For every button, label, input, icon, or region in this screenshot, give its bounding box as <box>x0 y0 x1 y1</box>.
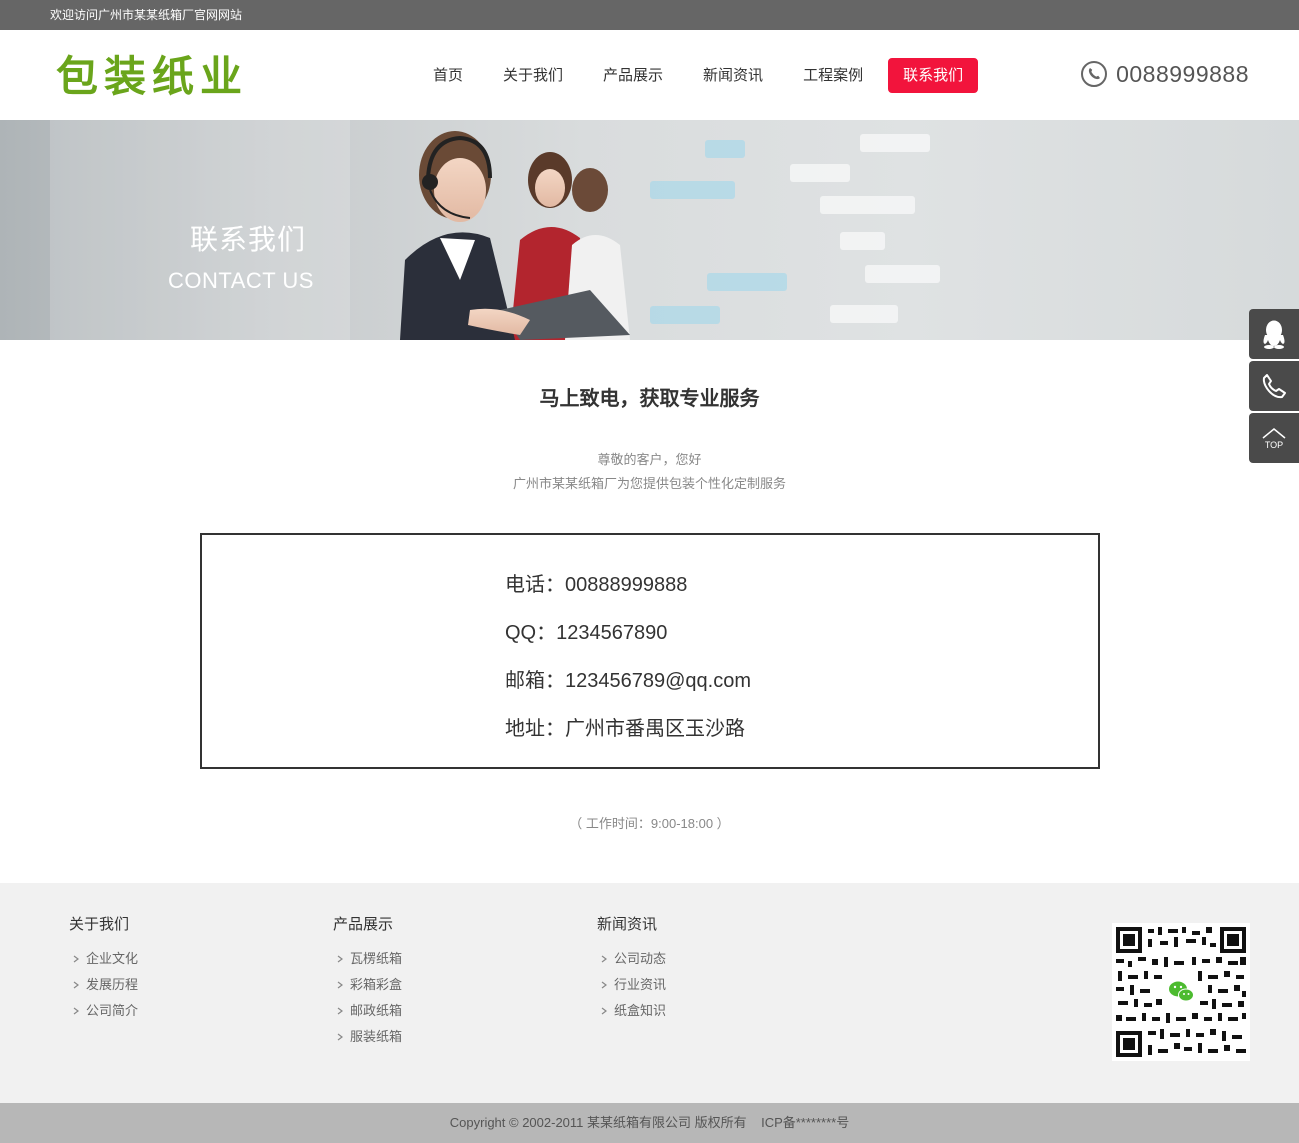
top-welcome-bar: 欢迎访问广州市某某纸箱厂官网网站 <box>0 0 1299 30</box>
site-header: 包装纸业 首页 关于我们 产品展示 新闻资讯 工程案例 联系我们 0088999… <box>0 30 1299 120</box>
footer-link[interactable]: 服装纸箱 <box>333 1024 402 1050</box>
footer-link[interactable]: 发展历程 <box>69 972 138 998</box>
header-phone-number: 0088999888 <box>1116 60 1249 87</box>
footer-column-title[interactable]: 产品展示 <box>333 913 402 934</box>
footer-link-label: 发展历程 <box>86 977 139 992</box>
footer-link[interactable]: 公司动态 <box>597 946 666 972</box>
contact-email: 邮箱：123456789@qq.com <box>505 670 751 692</box>
copyright-text: Copyright © 2002-2011 某某纸箱有限公司 版权所有 ICP备… <box>449 1115 850 1130</box>
nav-news[interactable]: 新闻资讯 <box>688 58 778 93</box>
footer-column-about: 关于我们 企业文化 发展历程 公司简介 <box>69 913 138 1024</box>
footer-column-news: 新闻资讯 公司动态 行业资讯 纸盒知识 <box>597 913 666 1024</box>
wechat-qr-code <box>1112 923 1250 1061</box>
footer-link[interactable]: 企业文化 <box>69 946 138 972</box>
footer-column-title[interactable]: 关于我们 <box>69 913 138 934</box>
footer-link-label: 行业资讯 <box>614 977 667 992</box>
site-footer: 关于我们 企业文化 发展历程 公司简介 产品展示 瓦楞纸箱 彩箱彩盒 邮政纸箱 … <box>0 883 1299 1103</box>
customer-service-photo <box>400 131 940 340</box>
footer-column-products: 产品展示 瓦楞纸箱 彩箱彩盒 邮政纸箱 服装纸箱 <box>333 913 402 1050</box>
footer-link[interactable]: 公司简介 <box>69 998 138 1024</box>
footer-link-label: 公司动态 <box>614 951 667 966</box>
top-label: TOP <box>1264 439 1284 450</box>
welcome-text: 欢迎访问广州市某某纸箱厂官网网站 <box>50 8 243 22</box>
phone-circle-icon <box>1081 61 1108 87</box>
copyright-bar: Copyright © 2002-2011 某某纸箱有限公司 版权所有 ICP备… <box>0 1103 1299 1143</box>
contact-phone: 电话：00888999888 <box>505 574 688 596</box>
footer-link[interactable]: 纸盒知识 <box>597 998 666 1024</box>
greeting-text: 尊敬的客户，您好 <box>597 452 702 467</box>
nav-about[interactable]: 关于我们 <box>488 58 578 93</box>
site-logo[interactable]: 包装纸业 <box>56 52 248 102</box>
phone-float-button[interactable] <box>1249 361 1299 411</box>
chevron-right-icon <box>601 981 607 989</box>
banner-subtitle: CONTACT US <box>168 268 314 293</box>
nav-contact[interactable]: 联系我们 <box>888 58 979 93</box>
footer-link-label: 企业文化 <box>86 951 139 966</box>
working-hours: （ 工作时间：9:00-18:00 ） <box>569 816 730 831</box>
chevron-right-icon <box>73 955 79 963</box>
footer-link[interactable]: 行业资讯 <box>597 972 666 998</box>
chevron-right-icon <box>337 981 343 989</box>
chevron-right-icon <box>73 1007 79 1015</box>
back-to-top-button[interactable]: TOP <box>1249 413 1299 463</box>
chevron-right-icon <box>601 955 607 963</box>
header-phone: 0088999888 <box>1080 60 1249 88</box>
chevron-right-icon <box>601 1007 607 1015</box>
hero-banner: 联系我们 CONTACT US <box>0 120 1299 340</box>
footer-link[interactable]: 彩箱彩盒 <box>333 972 402 998</box>
footer-link-label: 邮政纸箱 <box>350 1003 403 1018</box>
phone-icon <box>1262 374 1286 399</box>
nav-products[interactable]: 产品展示 <box>588 58 678 93</box>
footer-link-label: 彩箱彩盒 <box>350 977 403 992</box>
contact-address: 地址：广州市番禺区玉沙路 <box>505 718 745 740</box>
footer-link[interactable]: 瓦楞纸箱 <box>333 946 402 972</box>
footer-link[interactable]: 邮政纸箱 <box>333 998 402 1024</box>
contact-qq: QQ：1234567890 <box>505 622 668 644</box>
chevron-right-icon <box>73 981 79 989</box>
page-heading: 马上致电，获取专业服务 <box>539 388 760 410</box>
footer-link-label: 服装纸箱 <box>350 1029 403 1044</box>
banner-title: 联系我们 <box>190 224 307 255</box>
top-icon <box>1262 427 1286 439</box>
contact-info-box: 电话：00888999888 QQ：1234567890 邮箱：12345678… <box>200 533 1100 769</box>
footer-column-title[interactable]: 新闻资讯 <box>597 913 666 934</box>
intro-text: 广州市某某纸箱厂为您提供包装个性化定制服务 <box>512 476 786 491</box>
footer-link-label: 瓦楞纸箱 <box>350 951 403 966</box>
qq-icon <box>1263 320 1285 349</box>
footer-link-label: 公司简介 <box>86 1003 139 1018</box>
chevron-right-icon <box>337 1033 343 1041</box>
footer-link-label: 纸盒知识 <box>614 1003 667 1018</box>
qq-float-button[interactable] <box>1249 309 1299 359</box>
nav-cases[interactable]: 工程案例 <box>788 58 878 93</box>
chevron-right-icon <box>337 955 343 963</box>
main-nav: 首页 关于我们 产品展示 新闻资讯 工程案例 联系我们 <box>418 58 988 93</box>
nav-home[interactable]: 首页 <box>418 58 478 93</box>
chevron-right-icon <box>337 1007 343 1015</box>
